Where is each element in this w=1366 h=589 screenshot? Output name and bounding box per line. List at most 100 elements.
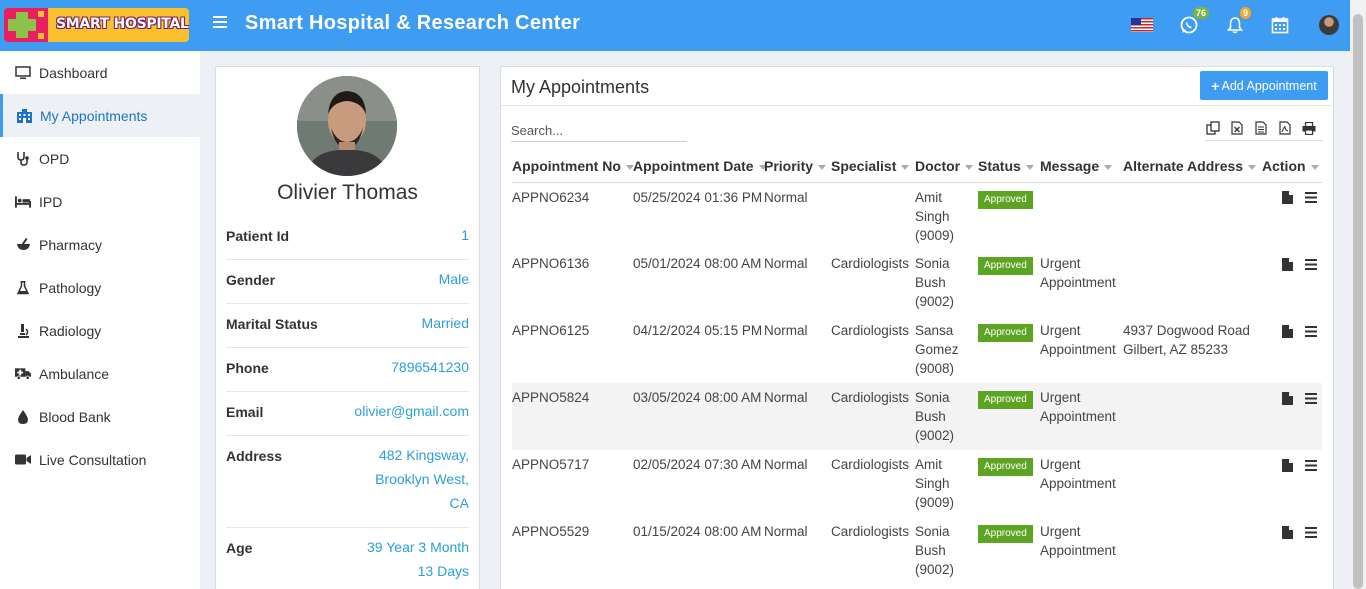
whatsapp-badge: 76 xyxy=(1192,7,1209,19)
document-icon[interactable] xyxy=(1280,191,1294,205)
cell-specialist: Cardiologists xyxy=(831,316,915,383)
search-input[interactable] xyxy=(511,120,687,142)
sidebar-item-blood-bank[interactable]: Blood Bank xyxy=(0,395,200,438)
sidebar-item-ambulance[interactable]: Ambulance xyxy=(0,352,200,395)
cell-action xyxy=(1262,383,1322,450)
date-text: 05/01/2024 08:00 AM xyxy=(633,256,762,271)
date-text: 01/15/2024 08:00 AM xyxy=(633,524,762,539)
menu-lines-icon[interactable] xyxy=(1304,458,1318,472)
address-value: 482 Kingsway, Brooklyn West, CA xyxy=(375,443,469,515)
menu-toggle-button[interactable] xyxy=(213,16,227,30)
column-header-doctor[interactable]: Doctor xyxy=(915,151,978,183)
sort-icon xyxy=(1025,165,1034,171)
excel-icon[interactable] xyxy=(1229,120,1245,136)
add-appointment-button[interactable]: + Add Appointment xyxy=(1200,71,1328,100)
cell-specialist: Cardiologists xyxy=(831,249,915,316)
profile-row-phone: Phone 7896541230 xyxy=(226,359,469,392)
column-header-priority[interactable]: Priority xyxy=(764,151,831,183)
column-label: Appointment Date xyxy=(633,158,754,175)
patient-profile-card: Olivier Thomas Patient Id 1 Gender Male … xyxy=(215,66,480,589)
column-header-message[interactable]: Message xyxy=(1040,151,1123,183)
document-icon[interactable] xyxy=(1280,257,1294,271)
user-avatar[interactable] xyxy=(1319,15,1339,35)
menu-lines-icon[interactable] xyxy=(1304,191,1318,205)
cell-message: Urgent Appointment xyxy=(1040,249,1123,316)
sidebar-item-opd[interactable]: OPD xyxy=(0,137,200,180)
column-header-alternate-address[interactable]: Alternate Address xyxy=(1123,151,1262,183)
whatsapp-icon[interactable]: 76 xyxy=(1177,7,1209,37)
email-link[interactable]: olivier@gmail.com xyxy=(354,399,469,423)
cell-action xyxy=(1262,182,1322,249)
column-header-action[interactable]: Action xyxy=(1262,151,1322,183)
no-text: APPNO5717 xyxy=(512,457,590,472)
pdf-icon[interactable] xyxy=(1277,120,1293,136)
cell-no: APPNO6234 xyxy=(512,182,633,249)
logo-text: SMART HOSPITAL xyxy=(56,16,189,32)
appointments-panel: My Appointments + Add Appointment Ap xyxy=(500,66,1334,589)
cell-date: 04/12/2024 05:15 PM xyxy=(633,316,764,383)
bell-icon[interactable]: 9 xyxy=(1223,7,1251,37)
status-badge: Approved xyxy=(978,324,1033,342)
menu-lines-icon[interactable] xyxy=(1304,391,1318,405)
sort-icon xyxy=(1104,165,1113,171)
status-badge: Approved xyxy=(978,190,1033,209)
notification-badge: 9 xyxy=(1239,7,1251,19)
table-row[interactable]: APPNO5717 02/05/2024 07:30 AM Normal Cardio… xyxy=(512,450,1322,517)
document-icon[interactable] xyxy=(1280,525,1294,539)
doctor-text: Amit Singh (9009) xyxy=(915,457,955,510)
us-flag-icon[interactable] xyxy=(1130,13,1154,37)
cell-message xyxy=(1040,182,1123,249)
sidebar-item-dashboard[interactable]: Dashboard xyxy=(0,51,200,94)
export-toolbar xyxy=(1205,120,1317,136)
document-icon[interactable] xyxy=(1280,324,1294,338)
sidebar-item-live-consultation[interactable]: Live Consultation xyxy=(0,438,200,481)
cell-message: Urgent Appointment xyxy=(1040,316,1123,383)
app-logo[interactable]: SMART HOSPITAL xyxy=(4,8,189,42)
sidebar-item-pathology[interactable]: Pathology xyxy=(0,266,200,309)
cell-priority: Normal xyxy=(764,383,831,450)
menu-lines-icon[interactable] xyxy=(1304,324,1318,338)
cell-no: APPNO5717 xyxy=(512,450,633,517)
column-header-specialist[interactable]: Specialist xyxy=(831,151,915,183)
cell-address: 4937 Dogwood Road Gilbert, AZ 85233 xyxy=(1123,316,1262,383)
specialist-text: Cardiologists xyxy=(831,524,910,539)
table-row[interactable]: APPNO6125 04/12/2024 05:15 PM Normal Cardio… xyxy=(512,316,1322,383)
page-title: My Appointments xyxy=(511,77,650,97)
copy-icon[interactable] xyxy=(1205,120,1221,136)
cell-doctor: Sonia Bush (9002) xyxy=(915,383,978,450)
document-icon[interactable] xyxy=(1280,391,1294,405)
sidebar-item-ipd[interactable]: IPD xyxy=(0,180,200,223)
address-line: Brooklyn West, xyxy=(375,471,469,487)
sidebar-item-pharmacy[interactable]: Pharmacy xyxy=(0,223,200,266)
menu-lines-icon[interactable] xyxy=(1304,257,1318,271)
document-icon[interactable] xyxy=(1280,458,1294,472)
table-row[interactable]: APPNO5529 01/15/2024 08:00 AM Normal Cardio… xyxy=(512,517,1322,584)
cell-date: 01/15/2024 08:00 AM xyxy=(633,517,764,584)
column-header-appointment-date[interactable]: Appointment Date xyxy=(633,151,767,183)
calendar-icon[interactable] xyxy=(1268,13,1292,37)
ambulance-icon xyxy=(15,366,31,382)
table-row[interactable]: APPNO6136 05/01/2024 08:00 AM Normal Cardio… xyxy=(512,249,1322,316)
message-text: Urgent Appointment xyxy=(1040,323,1116,357)
status-badge: Approved xyxy=(978,525,1033,543)
sidebar-item-radiology[interactable]: Radiology xyxy=(0,309,200,352)
column-label: Appointment No xyxy=(512,158,621,175)
phone-link[interactable]: 7896541230 xyxy=(391,355,469,379)
column-header-status[interactable]: Status xyxy=(978,151,1040,183)
page-scrollbar[interactable] xyxy=(1350,0,1366,589)
sidebar-item-label: Dashboard xyxy=(39,64,108,81)
cell-priority: Normal xyxy=(764,249,831,316)
cell-specialist: Cardiologists xyxy=(831,450,915,517)
print-icon[interactable] xyxy=(1301,120,1317,136)
hospital-icon xyxy=(16,108,32,124)
column-header-appointment-no[interactable]: Appointment No xyxy=(512,151,634,183)
cell-no: APPNO5529 xyxy=(512,517,633,584)
field-label: Address xyxy=(226,448,283,464)
priority-text: Normal xyxy=(764,390,808,405)
cell-doctor: Amit Singh (9009) xyxy=(915,182,978,249)
csv-icon[interactable] xyxy=(1253,120,1269,136)
sidebar-item-my-appointments[interactable]: My Appointments xyxy=(0,94,200,137)
menu-lines-icon[interactable] xyxy=(1304,525,1318,539)
table-row[interactable]: APPNO6234 05/25/2024 01:36 PM Normal Amit S… xyxy=(512,182,1322,249)
table-row[interactable]: APPNO5824 03/05/2024 08:00 AM Normal Cardio… xyxy=(512,383,1322,450)
